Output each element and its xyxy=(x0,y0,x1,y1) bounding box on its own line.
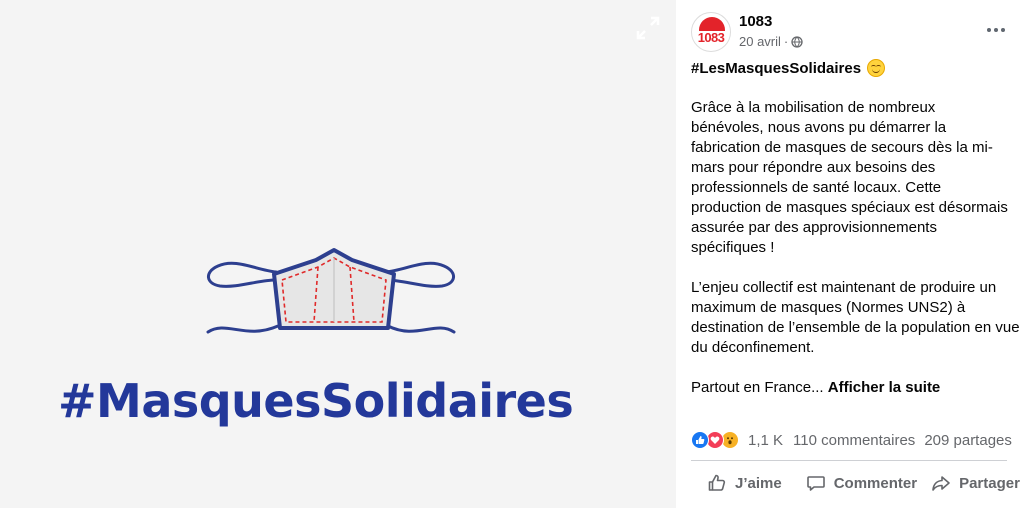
post-paragraph: L’enjeu collectif est maintenant de prod… xyxy=(691,279,1020,356)
page-avatar[interactable]: 1083 xyxy=(691,12,731,52)
image-caption: #MasquesSolidaires xyxy=(58,374,574,428)
like-label: J’aime xyxy=(735,474,782,492)
post-meta: 20 avril · xyxy=(739,34,803,49)
page-name[interactable]: 1083 xyxy=(739,13,772,30)
avatar-logo-text: 1083 xyxy=(697,30,725,45)
post-panel: 1083 1083 20 avril · #LesMasquesSolidair… xyxy=(676,0,1021,508)
globe-icon[interactable] xyxy=(791,35,803,48)
action-bar: J’aime Commenter Partager xyxy=(691,466,1021,500)
thumbs-up-icon xyxy=(708,474,726,491)
post-image[interactable]: #MasquesSolidaires xyxy=(0,0,676,508)
share-arrow-icon xyxy=(932,476,950,491)
like-button[interactable]: J’aime xyxy=(707,466,782,500)
comment-bubble-icon xyxy=(806,476,825,491)
more-options-icon[interactable] xyxy=(981,18,1011,42)
post-paragraph: Grâce à la mobilisation de nombreux béné… xyxy=(691,99,1008,256)
hashtag-line: #LesMasquesSolidaires xyxy=(691,59,886,77)
meta-separator: · xyxy=(783,34,789,49)
reaction-icons[interactable] xyxy=(691,431,739,449)
comment-button[interactable]: Commenter xyxy=(806,466,917,500)
smiling-face-icon xyxy=(867,59,886,77)
divider xyxy=(691,460,1007,461)
reactions-bar: 1,1 K 110 commentaires 209 partages xyxy=(691,429,1021,451)
see-more-link[interactable]: Afficher la suite xyxy=(828,379,941,396)
face-mask-illustration xyxy=(206,248,456,334)
expand-arrows-icon[interactable] xyxy=(634,14,662,42)
like-reaction-icon xyxy=(691,431,709,449)
logo-dome xyxy=(699,17,725,31)
truncated-text: Partout en France... xyxy=(691,379,824,396)
post-hashtag[interactable]: #LesMasquesSolidaires xyxy=(691,60,861,77)
post-body: Grâce à la mobilisation de nombreux béné… xyxy=(691,98,1021,418)
share-label: Partager xyxy=(959,474,1020,492)
comment-label: Commenter xyxy=(833,474,918,492)
post-truncated: Partout en France... Afficher la suite xyxy=(691,378,1021,398)
reactions-count[interactable]: 1,1 K xyxy=(748,432,783,449)
comments-count[interactable]: 110 commentaires xyxy=(793,432,915,449)
share-button[interactable]: Partager xyxy=(931,466,1020,500)
post-date[interactable]: 20 avril xyxy=(739,34,781,49)
shares-count[interactable]: 209 partages xyxy=(924,432,1012,449)
